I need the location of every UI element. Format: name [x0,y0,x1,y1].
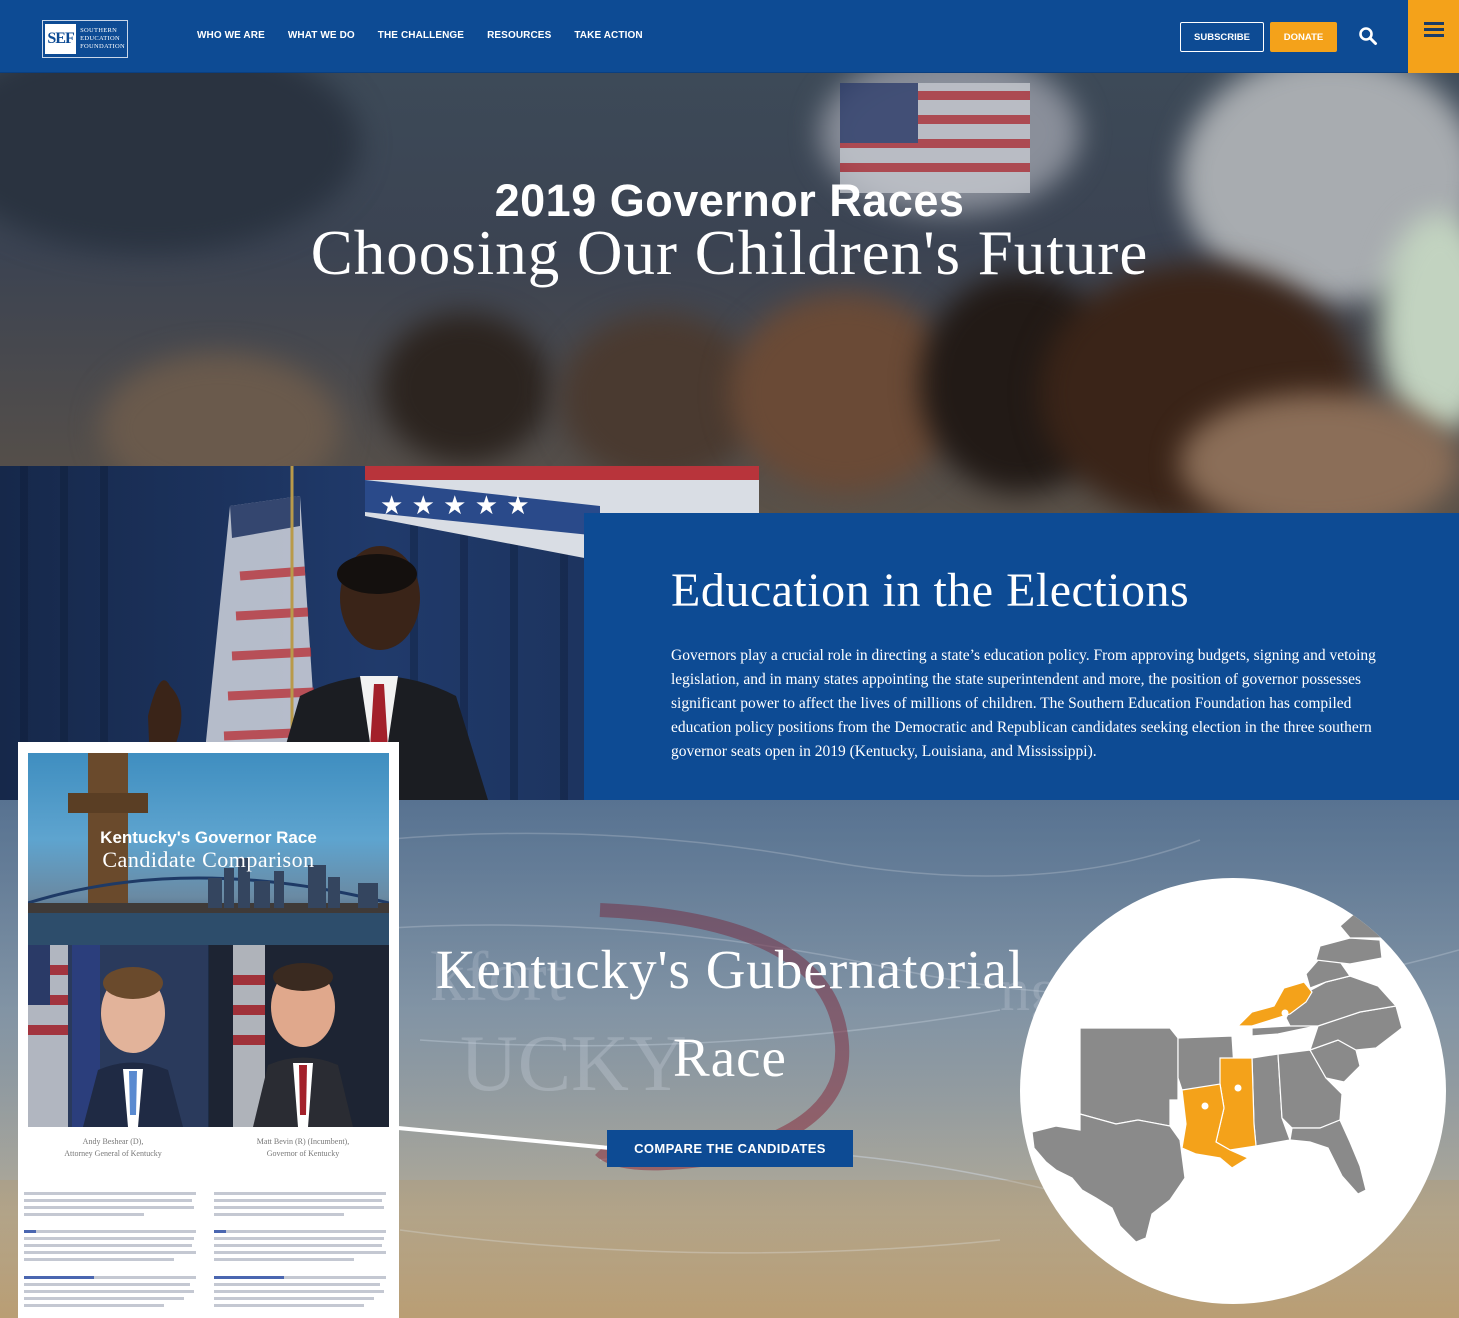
nav-what-we-do[interactable]: WHAT WE DO [288,30,355,41]
education-elections-panel: Education in the Elections Governors pla… [584,513,1459,846]
mississippi-marker-icon [1234,1084,1242,1092]
candidate2-role: Governor of Kentucky [266,1149,340,1158]
candidate-photos [28,945,389,1127]
louisiana-marker-icon [1201,1102,1209,1110]
hamburger-menu-icon[interactable] [1408,0,1459,73]
report-body-text [24,1192,386,1307]
report-cover-title: Kentucky's Governor Race [100,828,317,847]
nav-the-challenge[interactable]: THE CHALLENGE [378,30,464,41]
svg-text:★ ★ ★ ★ ★: ★ ★ ★ ★ ★ [380,491,530,521]
candidate-comparison-report[interactable]: Kentucky's Governor Race Candidate Compa… [18,742,399,1318]
report-cover-subtitle: Candidate Comparison [102,847,315,872]
nav-resources[interactable]: RESOURCES [487,30,551,41]
candidate1-name: Andy Beshear (D), [82,1137,144,1146]
education-body: Governors play a crucial role in directi… [671,647,1376,760]
nav-take-action[interactable]: TAKE ACTION [574,30,642,41]
education-heading: Education in the Elections [671,564,1190,617]
state-oklahoma [1079,1027,1179,1127]
connector-line [398,1126,610,1150]
sef-logo[interactable]: SEF SOUTHERN EDUCATION FOUNDATION [42,20,128,58]
report-candidate-names: Andy Beshear (D), Attorney General of Ke… [18,1136,399,1160]
logo-text: SOUTHERN EDUCATION FOUNDATION [80,27,125,50]
donate-button[interactable]: DONATE [1270,22,1337,52]
search-icon[interactable] [1358,26,1378,46]
candidate2-name: Matt Bevin (R) (Incumbent), [256,1137,350,1146]
logo-initials: SEF [45,24,77,54]
site-header: SEF SOUTHERN EDUCATION FOUNDATION WHO WE… [0,0,1459,73]
main-nav: WHO WE ARE WHAT WE DO THE CHALLENGE RESO… [197,30,643,41]
hero-banner: 2019 Governor Races Choosing Our Childre… [0,73,1459,513]
state-pennsylvania [1315,937,1383,965]
hero-subtitle: Choosing Our Children's Future [310,218,1149,288]
candidate1-role: Attorney General of Kentucky [64,1149,162,1158]
southern-states-map[interactable] [1020,878,1446,1304]
state-florida [1289,1119,1367,1195]
report-cover: Kentucky's Governor Race Candidate Compa… [28,753,389,945]
compare-candidates-button[interactable]: COMPARE THE CANDIDATES [607,1130,853,1167]
subscribe-button[interactable]: SUBSCRIBE [1180,22,1264,52]
kentucky-marker-icon [1281,1009,1289,1017]
nav-who-we-are[interactable]: WHO WE ARE [197,30,265,41]
kentucky-race-title: Kentucky's Gubernatorial Race [435,939,1025,1088]
